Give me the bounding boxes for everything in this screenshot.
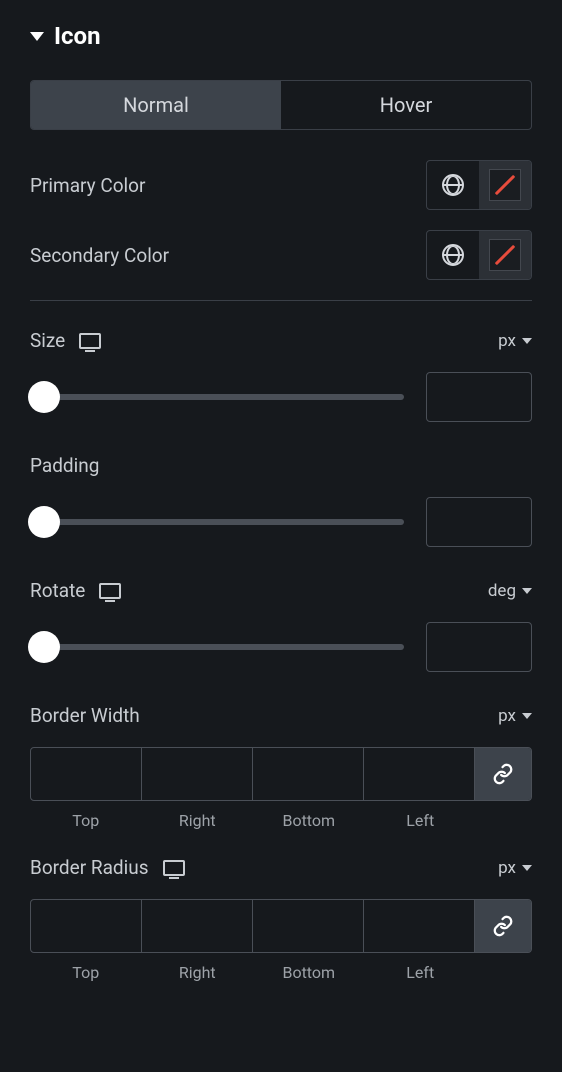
border-width-top-input[interactable] <box>31 748 141 800</box>
icon-style-panel: Icon Normal Hover Primary Color Secondar… <box>0 0 562 1030</box>
tab-hover[interactable]: Hover <box>281 81 531 129</box>
border-radius-left-input[interactable] <box>364 900 474 952</box>
size-input[interactable] <box>426 372 532 422</box>
rotate-slider-row <box>30 622 532 672</box>
size-unit: px <box>498 331 516 351</box>
chevron-down-icon <box>522 865 532 871</box>
rotate-slider[interactable] <box>30 644 404 650</box>
side-label-right: Right <box>142 963 254 982</box>
chevron-down-icon <box>522 338 532 344</box>
size-slider-thumb[interactable] <box>28 381 60 413</box>
border-width-unit-selector[interactable]: px <box>498 706 532 726</box>
border-radius-label: Border Radius <box>30 856 149 879</box>
border-radius-link-toggle[interactable] <box>475 900 531 952</box>
secondary-color-swatch[interactable] <box>479 231 531 279</box>
border-radius-unit: px <box>498 858 516 878</box>
secondary-color-row: Secondary Color <box>30 230 532 280</box>
size-slider-row <box>30 372 532 422</box>
no-color-icon <box>489 239 521 271</box>
primary-color-global-button[interactable] <box>427 161 479 209</box>
tab-normal[interactable]: Normal <box>31 81 281 129</box>
divider <box>30 300 532 301</box>
border-radius-block: Border Radius px Top Right Bottom <box>30 856 532 982</box>
size-header-row: Size px <box>30 329 532 352</box>
rotate-label: Rotate <box>30 579 85 602</box>
state-tabs: Normal Hover <box>30 80 532 130</box>
border-radius-right-input[interactable] <box>142 900 252 952</box>
rotate-header-row: Rotate deg <box>30 579 532 602</box>
border-width-side-labels: Top Right Bottom Left <box>30 811 532 830</box>
border-width-header: Border Width px <box>30 704 532 727</box>
primary-color-swatch[interactable] <box>479 161 531 209</box>
size-slider[interactable] <box>30 394 404 400</box>
primary-color-row: Primary Color <box>30 160 532 210</box>
globe-icon <box>442 244 464 266</box>
section-title: Icon <box>54 22 101 50</box>
secondary-color-control <box>426 230 532 280</box>
rotate-slider-thumb[interactable] <box>28 631 60 663</box>
side-label-top: Top <box>30 811 142 830</box>
side-label-left: Left <box>365 963 477 982</box>
padding-slider[interactable] <box>30 519 404 525</box>
border-radius-header: Border Radius px <box>30 856 532 879</box>
responsive-icon[interactable] <box>163 860 185 876</box>
border-width-right-input[interactable] <box>142 748 252 800</box>
link-icon <box>492 763 514 785</box>
padding-header-row: Padding <box>30 454 532 477</box>
globe-icon <box>442 174 464 196</box>
chevron-down-icon <box>522 713 532 719</box>
secondary-color-global-button[interactable] <box>427 231 479 279</box>
padding-input[interactable] <box>426 497 532 547</box>
side-label-top: Top <box>30 963 142 982</box>
size-label: Size <box>30 329 65 352</box>
rotate-input[interactable] <box>426 622 532 672</box>
border-radius-side-labels: Top Right Bottom Left <box>30 963 532 982</box>
side-label-bottom: Bottom <box>253 811 365 830</box>
link-icon <box>492 915 514 937</box>
border-width-unit: px <box>498 706 516 726</box>
border-radius-unit-selector[interactable]: px <box>498 858 532 878</box>
section-header[interactable]: Icon <box>30 22 532 50</box>
border-width-left-input[interactable] <box>364 748 474 800</box>
border-radius-top-input[interactable] <box>31 900 141 952</box>
padding-slider-row <box>30 497 532 547</box>
border-width-inputs <box>30 747 532 801</box>
rotate-unit-selector[interactable]: deg <box>488 581 532 601</box>
secondary-color-label: Secondary Color <box>30 244 169 267</box>
responsive-icon[interactable] <box>79 333 101 349</box>
padding-label: Padding <box>30 454 99 477</box>
border-width-link-toggle[interactable] <box>475 748 531 800</box>
border-width-label: Border Width <box>30 704 140 727</box>
primary-color-label: Primary Color <box>30 174 145 197</box>
padding-slider-thumb[interactable] <box>28 506 60 538</box>
no-color-icon <box>489 169 521 201</box>
rotate-unit: deg <box>488 581 516 601</box>
side-label-bottom: Bottom <box>253 963 365 982</box>
side-label-right: Right <box>142 811 254 830</box>
border-radius-bottom-input[interactable] <box>253 900 363 952</box>
caret-down-icon <box>30 32 44 41</box>
border-width-block: Border Width px Top Right Bottom Left <box>30 704 532 830</box>
primary-color-control <box>426 160 532 210</box>
responsive-icon[interactable] <box>99 583 121 599</box>
border-width-bottom-input[interactable] <box>253 748 363 800</box>
chevron-down-icon <box>522 588 532 594</box>
size-unit-selector[interactable]: px <box>498 331 532 351</box>
side-label-left: Left <box>365 811 477 830</box>
border-radius-inputs <box>30 899 532 953</box>
